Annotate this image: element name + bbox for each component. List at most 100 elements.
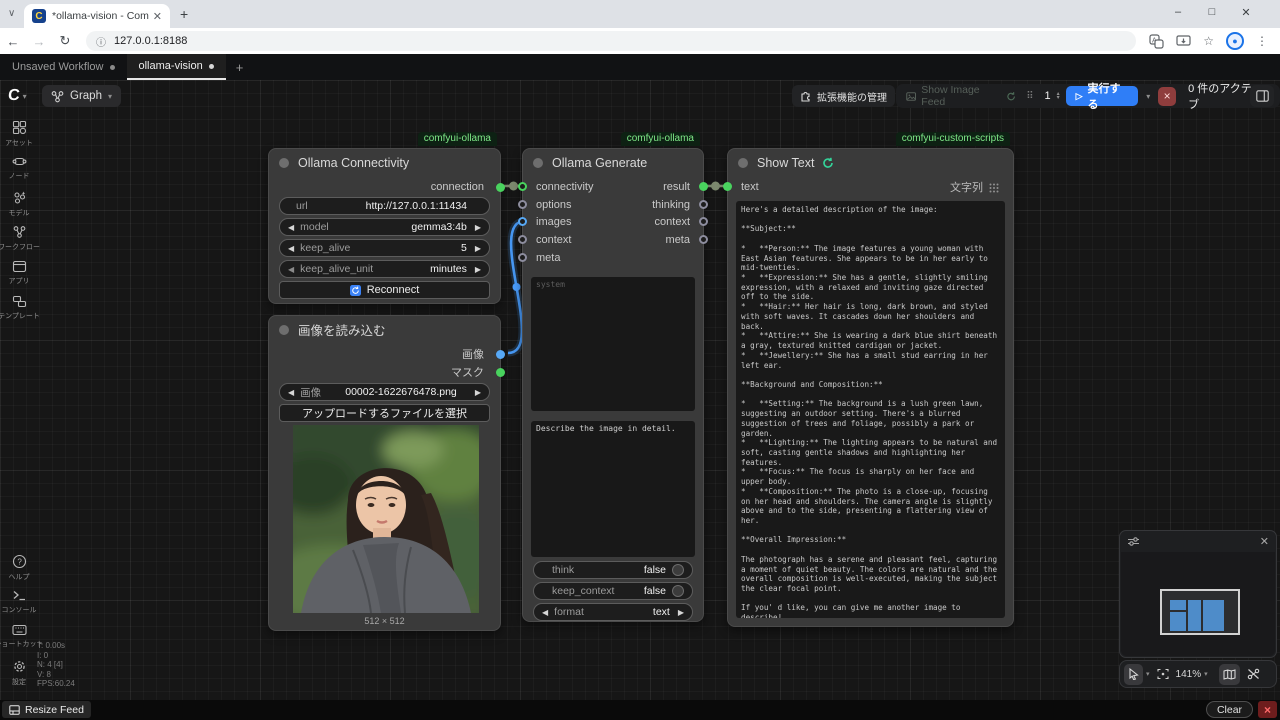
tab-search-icon[interactable]: ∨ <box>8 8 15 19</box>
pointer-tool-button[interactable] <box>1124 663 1143 685</box>
port-mask-output[interactable] <box>496 368 505 377</box>
new-workflow-button[interactable]: + <box>226 54 254 80</box>
show-text-output[interactable]: Here's a detailed description of the ima… <box>736 201 1005 618</box>
show-image-feed-button[interactable]: Show Image Feed <box>902 84 1020 108</box>
sidebar-item-settings[interactable]: 設定 <box>0 659 38 687</box>
sidebar-item-apps[interactable]: アプリ <box>0 260 38 286</box>
tool-chevron-icon[interactable]: ▾ <box>1146 670 1150 678</box>
sidebar-item-console[interactable]: コンソール <box>0 589 38 615</box>
clear-queue-button[interactable]: × <box>1158 86 1177 106</box>
arrow-right-icon[interactable]: ▶ <box>475 265 481 274</box>
node-ollama-connectivity[interactable]: comfyui-ollama Ollama Connectivity conne… <box>268 132 505 304</box>
zoom-chevron-icon[interactable]: ▾ <box>1204 670 1208 678</box>
collapse-dot-icon[interactable] <box>738 157 748 168</box>
new-tab-button[interactable]: + <box>180 6 188 22</box>
port-context-output[interactable] <box>699 217 708 226</box>
site-info-icon[interactable]: ⓘ <box>96 34 106 49</box>
toggle-knob[interactable] <box>672 564 684 576</box>
reconnect-button[interactable]: Reconnect <box>279 281 490 299</box>
widget-keep-alive-unit[interactable]: ◀ keep_alive_unit minutes ▶ <box>279 260 490 278</box>
comfyui-logo-button[interactable]: C ▾ <box>7 84 26 108</box>
graph-breadcrumb[interactable]: Graph ▾ <box>42 85 121 107</box>
drag-handle-icon[interactable]: ⠿ <box>1026 91 1034 102</box>
arrow-left-icon[interactable]: ◀ <box>288 265 294 274</box>
port-image-output[interactable] <box>496 350 505 359</box>
resize-feed-button[interactable]: Resize Feed <box>2 701 91 718</box>
node-show-text[interactable]: comfyui-custom-scripts Show Text text 文字… <box>723 132 1014 627</box>
collapse-dot-icon[interactable] <box>533 157 543 168</box>
arrow-right-icon[interactable]: ▶ <box>475 388 481 397</box>
fit-view-button[interactable] <box>1153 664 1173 685</box>
window-close-button[interactable]: ✕ <box>1232 6 1260 19</box>
port-options-input[interactable] <box>518 200 527 209</box>
profile-avatar[interactable]: ● <box>1226 32 1244 50</box>
url-field[interactable]: ⓘ 127.0.0.1:8188 <box>86 31 1136 51</box>
widget-image-file[interactable]: ◀ 画像 00002-1622676478.png ▶ <box>279 383 490 401</box>
arrow-left-icon[interactable]: ◀ <box>288 388 294 397</box>
translate-icon[interactable]: A <box>1149 33 1164 49</box>
batch-count-stepper[interactable]: 1 ▴ ▾ <box>1041 90 1060 102</box>
node-title-bar[interactable]: 画像を読み込む <box>269 316 500 343</box>
arrow-left-icon[interactable]: ◀ <box>288 244 294 253</box>
zoom-level[interactable]: 141% <box>1176 669 1202 680</box>
minimap-canvas[interactable] <box>1121 552 1275 656</box>
arrow-right-icon[interactable]: ▶ <box>678 608 684 617</box>
port-images-input[interactable] <box>518 217 527 226</box>
tab-close-icon[interactable]: ✕ <box>153 10 162 23</box>
sidebar-item-templates[interactable]: テンプレート <box>0 295 40 321</box>
port-meta-output[interactable] <box>699 235 708 244</box>
arrow-right-icon[interactable]: ▶ <box>475 223 481 232</box>
node-load-image[interactable]: 画像を読み込む 画像 マスク ◀ 画像 00002-1622676478.png… <box>268 315 505 631</box>
collapse-dot-icon[interactable] <box>279 157 289 168</box>
port-meta-input[interactable] <box>518 253 527 262</box>
widget-keep-alive[interactable]: ◀ keep_alive 5 ▶ <box>279 239 490 257</box>
arrow-left-icon[interactable]: ◀ <box>288 223 294 232</box>
port-text-input[interactable] <box>723 182 732 191</box>
port-thinking-output[interactable] <box>699 200 708 209</box>
port-connectivity-input[interactable] <box>518 182 527 191</box>
port-connection-output[interactable] <box>496 183 505 192</box>
window-maximize-button[interactable]: □ <box>1198 6 1226 18</box>
reload-icon[interactable]: ↻ <box>52 33 78 49</box>
prompt-textarea[interactable]: Describe the image in detail. <box>531 421 695 557</box>
close-feed-button[interactable]: × <box>1258 701 1277 718</box>
node-title-bar[interactable]: Ollama Generate <box>523 149 703 176</box>
sidebar-toggle-button[interactable] <box>1250 85 1274 107</box>
widget-format[interactable]: ◀ format text ▶ <box>533 603 693 621</box>
upload-file-button[interactable]: アップロードするファイルを選択 <box>279 404 490 422</box>
collapse-dot-icon[interactable] <box>279 324 289 335</box>
manage-extensions-button[interactable]: 拡張機能の管理 <box>792 85 895 107</box>
sidebar-item-nodes[interactable]: ノード <box>0 155 38 181</box>
back-icon[interactable]: ← <box>0 34 26 49</box>
image-preview[interactable] <box>293 425 479 613</box>
sidebar-item-shortcuts[interactable]: ショートカット <box>0 624 44 649</box>
bookmark-star-icon[interactable]: ☆ <box>1203 34 1214 48</box>
arrow-left-icon[interactable]: ◀ <box>542 608 548 617</box>
forward-icon[interactable]: → <box>26 34 52 49</box>
window-minimize-button[interactable]: – <box>1164 6 1192 18</box>
sidebar-item-assets[interactable]: アセット <box>0 120 38 148</box>
arrow-right-icon[interactable]: ▶ <box>475 244 481 253</box>
browser-menu-icon[interactable]: ⋮ <box>1256 34 1268 48</box>
toggle-links-button[interactable] <box>1243 664 1264 685</box>
minimap-close-icon[interactable]: ✕ <box>1260 535 1269 548</box>
workflow-tab-unsaved[interactable]: Unsaved Workflow <box>0 54 127 80</box>
node-title-bar[interactable]: Show Text <box>728 149 1013 176</box>
minimap-viewport[interactable] <box>1160 589 1240 635</box>
sidebar-item-workflows[interactable]: ワークフロー <box>0 225 40 252</box>
clear-feed-button[interactable]: Clear <box>1206 701 1253 718</box>
sidebar-item-models[interactable]: モデル <box>0 190 38 218</box>
minimap-panel[interactable]: ✕ <box>1119 530 1277 658</box>
sidebar-item-help[interactable]: ? ヘルプ <box>0 554 38 582</box>
port-result-output[interactable] <box>699 182 708 191</box>
system-textarea[interactable]: system <box>531 277 695 411</box>
node-ollama-generate[interactable]: comfyui-ollama Ollama Generate connectiv… <box>518 132 708 622</box>
minimap-settings-icon[interactable] <box>1127 536 1140 547</box>
port-context-input[interactable] <box>518 235 527 244</box>
widget-url[interactable]: url http://127.0.0.1:11434 <box>279 197 490 215</box>
toggle-knob[interactable] <box>672 585 684 597</box>
run-options-chevron-icon[interactable]: ▾ <box>1144 92 1152 101</box>
widget-model[interactable]: ◀ model gemma3:4b ▶ <box>279 218 490 236</box>
node-title-bar[interactable]: Ollama Connectivity <box>269 149 500 176</box>
minimap-toggle-button[interactable] <box>1218 663 1240 685</box>
